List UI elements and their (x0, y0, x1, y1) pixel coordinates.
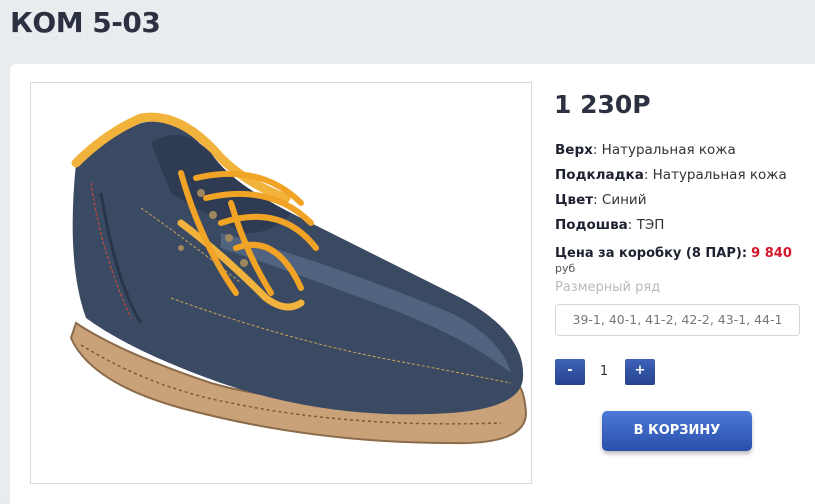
product-price: 1 230Р (554, 90, 651, 119)
spec-value: : Натуральная кожа (592, 142, 736, 158)
spec-color: Цвет: Синий (555, 192, 646, 208)
box-price-label: Цена за коробку (8 ПАР): (555, 246, 748, 261)
size-range-field[interactable]: 39-1, 40-1, 41-2, 42-2, 43-1, 44-1 (555, 304, 800, 336)
quantity-input[interactable]: 1 (589, 359, 619, 385)
spec-label: Цвет (555, 192, 594, 208)
box-price-value: 9 840 (751, 246, 792, 261)
box-price-currency: руб (555, 262, 576, 275)
size-range-label: Размерный ряд (555, 280, 661, 295)
spec-value: : Синий (593, 192, 647, 208)
spec-value: : ТЭП (627, 217, 665, 233)
spec-value: : Натуральная кожа (643, 167, 787, 183)
quantity-minus-button[interactable]: - (555, 359, 585, 385)
add-to-cart-button[interactable]: В КОРЗИНУ (602, 411, 752, 451)
shoe-image (69, 112, 528, 445)
quantity-plus-button[interactable]: + (625, 359, 655, 385)
spec-label: Подкладка (555, 167, 644, 183)
box-price: Цена за коробку (8 ПАР): 9 840 руб (555, 246, 815, 276)
spec-label: Подошва (555, 217, 628, 233)
spec-label: Верх (555, 142, 593, 158)
spec-upper: Верх: Натуральная кожа (555, 142, 736, 158)
product-title: КОМ 5-03 (10, 6, 161, 39)
spec-sole: Подошва: ТЭП (555, 217, 664, 233)
product-photo[interactable] (30, 82, 532, 484)
spec-lining: Подкладка: Натуральная кожа (555, 167, 787, 183)
